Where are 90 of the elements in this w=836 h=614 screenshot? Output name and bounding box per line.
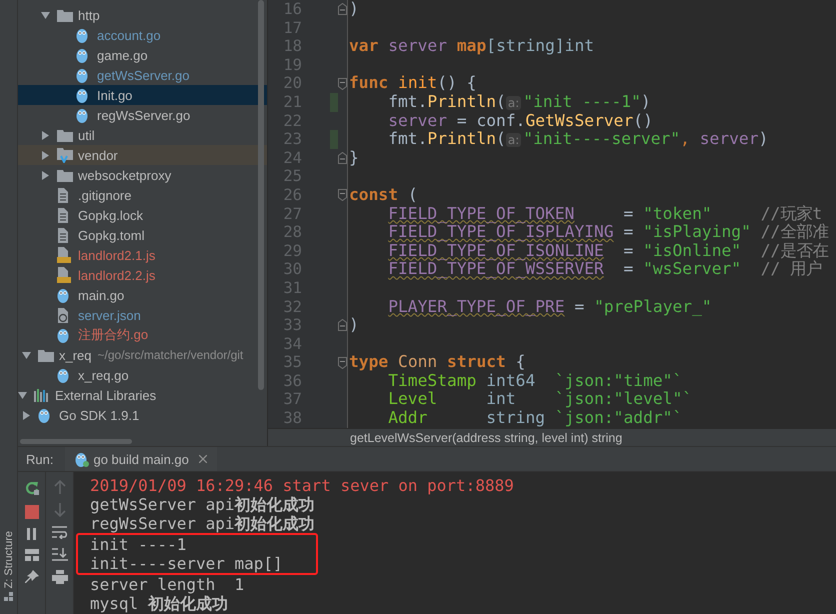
gopher-icon [76, 87, 88, 103]
code-line: PLAYER_TYPE_OF_PRE = "prePlayer_" [387, 296, 712, 316]
console-line: server length 1 [90, 575, 246, 594]
gopher-icon [57, 287, 69, 303]
tree-item[interactable]: main.go [18, 285, 267, 305]
js-file-icon [57, 247, 71, 263]
tree-item[interactable]: util [18, 125, 267, 145]
tree-item[interactable]: landlord2.1.js [18, 245, 267, 265]
gopher-icon [76, 27, 88, 43]
code-line: type Conn struct { [349, 352, 526, 372]
fold-icon[interactable] [338, 78, 347, 90]
folder-icon [38, 348, 54, 362]
gopher-icon [57, 367, 69, 383]
folder-icon [57, 128, 73, 142]
tree-item[interactable]: account.go [18, 25, 267, 45]
code-line: fmt.Println(a: "init ----1") [387, 92, 651, 111]
js-file-icon [57, 267, 71, 283]
console-line: init ----1 [90, 535, 188, 554]
console-line: mysql 初始化成功 [90, 594, 229, 613]
tree-item[interactable]: 注册合约.go [18, 325, 267, 345]
code-line: FIELD_TYPE_OF_ISPLAYING = "isPlaying" //全部准 [387, 222, 828, 242]
signature-tooltip: getLevelWsServer(address string, level int) string [268, 428, 836, 447]
file-icon [57, 188, 69, 202]
gopher-icon [38, 407, 50, 423]
gopher-icon [76, 47, 88, 63]
console-line: init----server map[] [90, 554, 284, 573]
tree-item[interactable]: landlord2.2.js [18, 265, 267, 285]
gopher-icon [76, 67, 88, 83]
fold-icon[interactable] [338, 152, 347, 164]
scroll-to-end-icon[interactable] [52, 548, 68, 561]
tree-item[interactable]: regWsServer.go [18, 105, 267, 125]
code-line: Addr string `json:"addr"` [387, 408, 682, 428]
json-file-icon [57, 308, 69, 322]
code-line: ) [349, 0, 359, 18]
folder-icon [57, 147, 73, 163]
fold-icon[interactable] [338, 3, 347, 16]
tree-item[interactable]: vendor [18, 145, 267, 165]
console-line: 2019/01/09 16:29:46 start sever on port:8889 [90, 476, 515, 495]
tree-item[interactable]: server.json [18, 305, 267, 325]
folder-icon [57, 8, 73, 22]
tree-item[interactable]: Gopkg.lock [18, 205, 267, 225]
code-line: ) [349, 315, 359, 334]
fold-icon[interactable] [338, 189, 347, 202]
tree-item[interactable]: External Libraries [18, 385, 267, 405]
structure-icon [4, 592, 14, 602]
console-line: regWsServer api初始化成功 [90, 514, 316, 533]
rerun-icon[interactable] [24, 480, 40, 496]
file-icon [57, 228, 69, 242]
code-line: fmt.Println(a: "init----server", server) [387, 129, 768, 148]
soft-wrap-icon[interactable] [52, 526, 68, 539]
close-icon[interactable] [198, 455, 207, 463]
console-line: getWsServer api初始化成功 [90, 495, 316, 514]
tree-item[interactable]: game.go [18, 45, 267, 65]
code-line: func init() { [349, 73, 476, 92]
tree-item[interactable]: Init.go [18, 85, 267, 105]
code-line: FIELD_TYPE_OF_TOKEN = "token" //玩家t [387, 204, 822, 223]
tree-item[interactable]: Gopkg.toml [18, 225, 267, 245]
pause-icon[interactable] [26, 528, 36, 540]
scrollbar-thumb[interactable] [20, 439, 132, 444]
code-line: } [349, 148, 359, 167]
code-line: FIELD_TYPE_OF_WSSERVER = "wsServer" // 用户 [387, 259, 822, 278]
tree-item[interactable]: x_req.go [18, 365, 267, 385]
file-icon [57, 208, 69, 222]
stop-icon[interactable] [24, 505, 38, 519]
panel-label: Run: [26, 452, 54, 466]
structure-tab[interactable]: Z: Structure [2, 530, 14, 588]
tree-item[interactable]: http [18, 5, 267, 25]
run-tab[interactable]: go build main.go [65, 447, 217, 471]
pin-icon[interactable] [24, 570, 38, 584]
gopher-icon [75, 451, 90, 467]
code-line: TimeStamp int64 `json:"time"` [387, 370, 682, 390]
code-line: Level int `json:"level"` [387, 389, 692, 408]
tree-item[interactable]: websocketproxy [18, 165, 267, 185]
code-line: server = conf.GetWsServer() [387, 110, 653, 130]
folder-icon [57, 168, 73, 182]
scrollbar-thumb[interactable] [258, 0, 264, 390]
gopher-icon [76, 107, 88, 123]
layout-icon[interactable] [24, 549, 38, 561]
tree-item[interactable]: Go SDK 1.9.1 [18, 405, 267, 425]
gopher-icon [57, 327, 69, 343]
fold-icon[interactable] [338, 319, 347, 332]
library-icon [34, 388, 48, 402]
code-line: var server map[string]int [349, 36, 594, 56]
print-icon[interactable] [52, 570, 68, 584]
tree-item[interactable]: x_req ~/go/src/matcher/vendor/git [18, 345, 267, 365]
tree-item[interactable]: .gitignore [18, 185, 267, 205]
tree-item[interactable]: getWsServer.go [18, 65, 267, 85]
fold-icon[interactable] [338, 356, 347, 369]
code-line: FIELD_TYPE_OF_ISONLINE = "isOnline" //是否在 [387, 240, 828, 260]
code-line: const ( [349, 184, 418, 204]
